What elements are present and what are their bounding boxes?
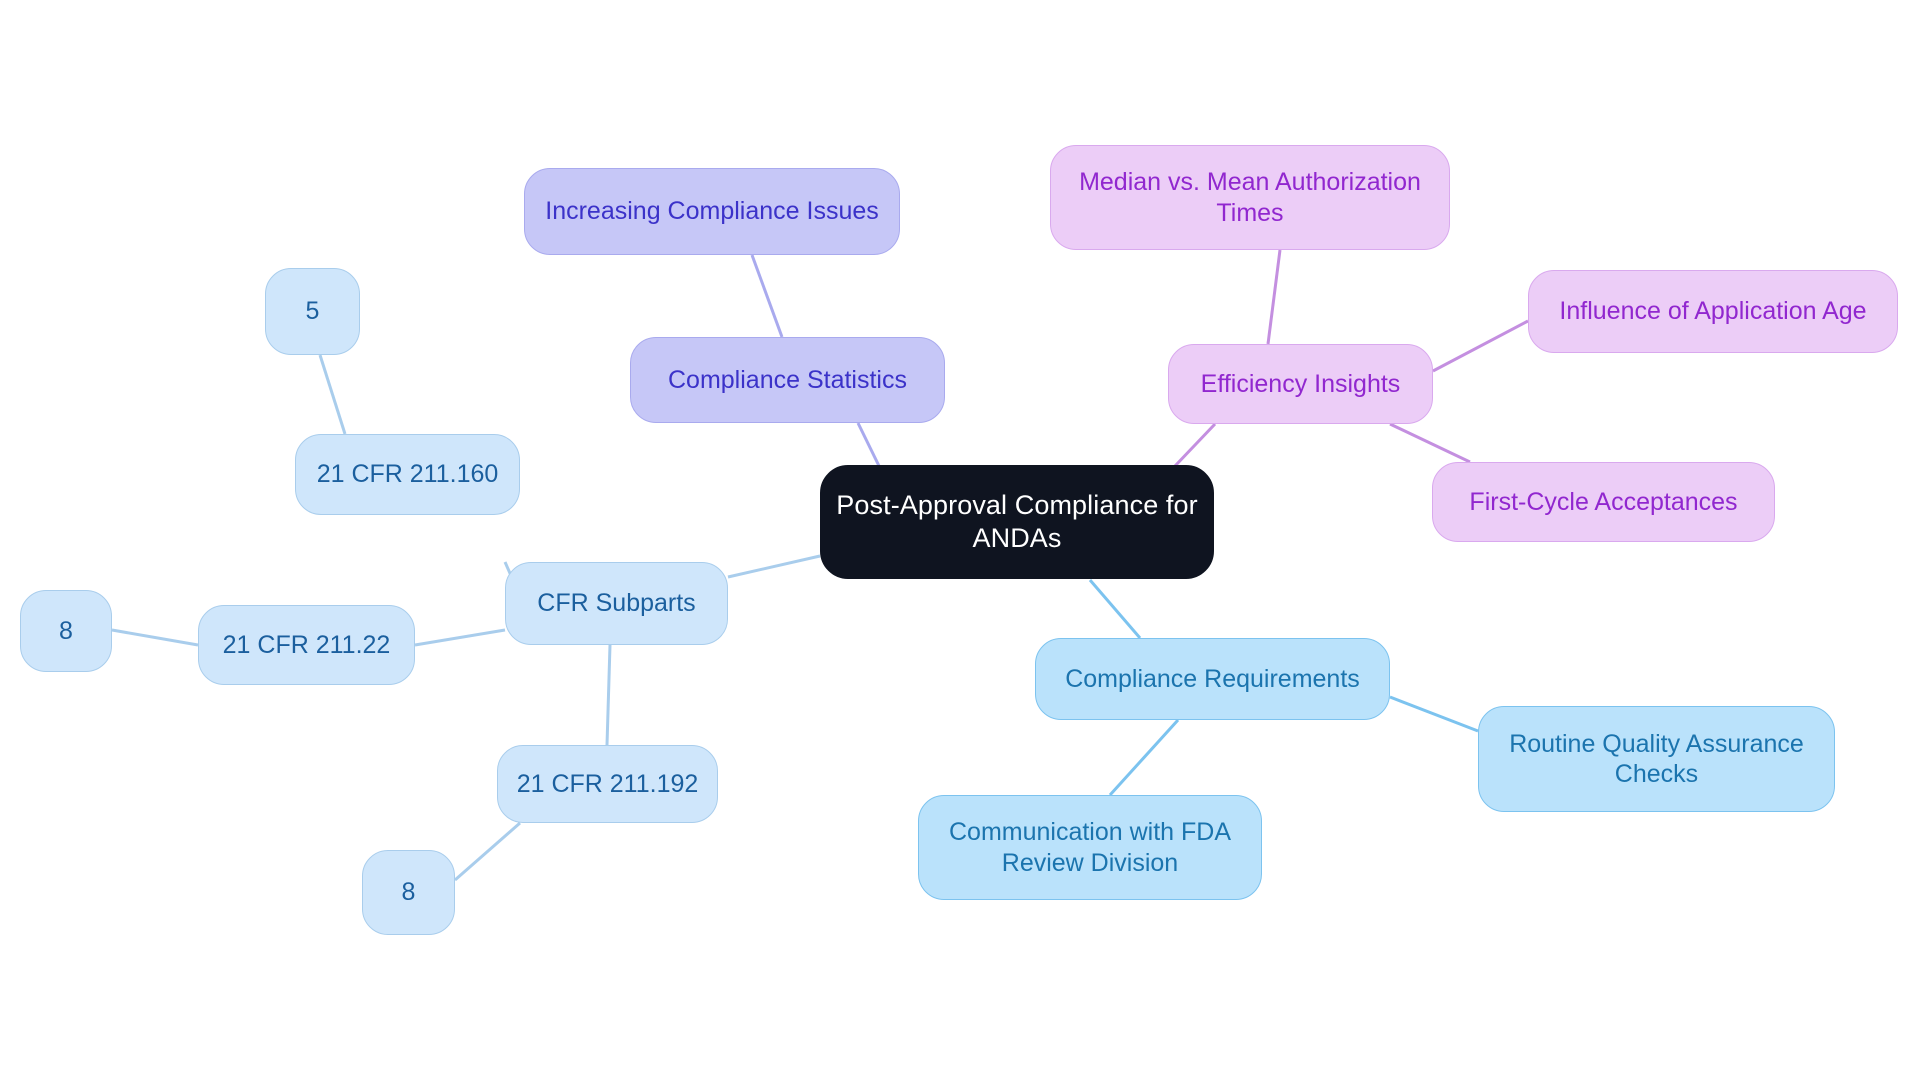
node-cfr-211-22-count[interactable]: 8 — [20, 590, 112, 672]
node-median-vs-mean-authorization-times[interactable]: Median vs. Mean Authorization Times — [1050, 145, 1450, 250]
node-increasing-compliance-issues[interactable]: Increasing Compliance Issues — [524, 168, 900, 255]
node-compliance-requirements[interactable]: Compliance Requirements — [1035, 638, 1390, 720]
node-first-cycle-acceptances[interactable]: First-Cycle Acceptances — [1432, 462, 1775, 542]
edge-efficiency-first-cycle — [1389, 422, 1471, 464]
edge-root-compliance-requirements — [1088, 579, 1142, 639]
node-compliance-statistics[interactable]: Compliance Statistics — [630, 337, 945, 423]
edge-211-160-count — [318, 354, 347, 435]
node-influence-of-application-age[interactable]: Influence of Application Age — [1528, 270, 1898, 353]
node-root[interactable]: Post-Approval Compliance for ANDAs — [820, 465, 1214, 579]
node-communication-with-fda-review-division[interactable]: Communication with FDA Review Division — [918, 795, 1262, 900]
edge-root-cfr-subparts — [727, 554, 821, 579]
edge-211-192-count — [454, 821, 521, 882]
node-cfr-211-22[interactable]: 21 CFR 211.22 — [198, 605, 415, 685]
node-cfr-subparts[interactable]: CFR Subparts — [505, 562, 728, 645]
edge-cfr-subparts-211-22 — [414, 628, 506, 647]
edge-cfr-subparts-211-192 — [605, 644, 612, 746]
node-efficiency-insights[interactable]: Efficiency Insights — [1168, 344, 1433, 424]
mindmap-canvas: Post-Approval Compliance for ANDAs Compl… — [0, 0, 1920, 1083]
node-cfr-211-192[interactable]: 21 CFR 211.192 — [497, 745, 718, 823]
edge-efficiency-median-mean — [1266, 249, 1282, 345]
edge-efficiency-influence-age — [1432, 319, 1529, 373]
edge-requirements-routine-qa — [1389, 695, 1479, 733]
edge-root-efficiency-insights — [1173, 422, 1217, 468]
node-cfr-211-192-count[interactable]: 8 — [362, 850, 455, 935]
edge-root-compliance-statistics — [856, 422, 882, 469]
node-cfr-211-160-count[interactable]: 5 — [265, 268, 360, 355]
edge-requirements-communication-fda — [1108, 718, 1180, 797]
edge-211-22-count — [111, 628, 199, 647]
edge-compliance-statistics-increasing-issues — [750, 254, 784, 338]
node-cfr-211-160[interactable]: 21 CFR 211.160 — [295, 434, 520, 515]
node-routine-quality-assurance-checks[interactable]: Routine Quality Assurance Checks — [1478, 706, 1835, 812]
